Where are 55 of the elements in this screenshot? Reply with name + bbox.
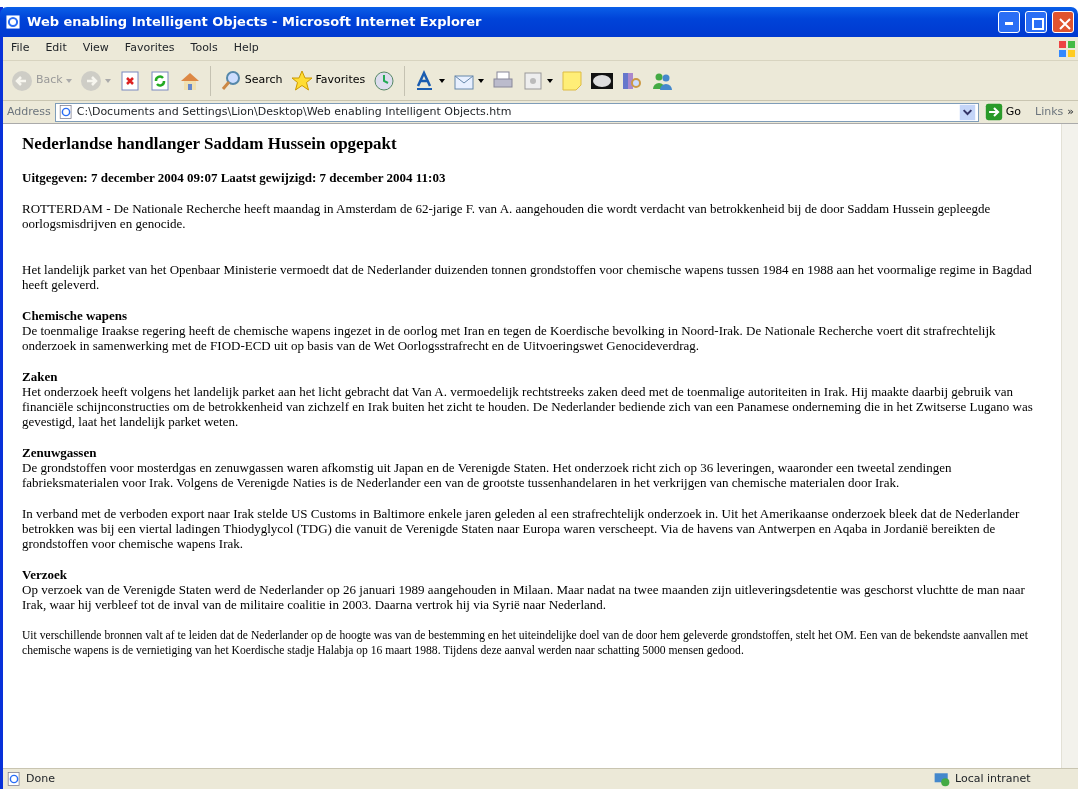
star-icon [290, 69, 313, 92]
paragraph: Het onderzoek heeft volgens het landelijk parket aan het licht gebracht dat Van A. vermoedelijk rechtstreeks zaken deed met de toenmalige autoriteiten in Irak. Hij maakte daarbij gebruik van financiële schijnconstructies om de betrokkenheid van zichzelf en Irak buiten het zicht te houden. De Nederlander bediende zich van een Panamese onderneming die in het Zwitserse Lugano was gevestigd, laat het landelijk parket weten. [22, 384, 1034, 430]
section-heading: Zenuwgassen [22, 445, 98, 461]
close-button[interactable] [1052, 11, 1074, 33]
chevron-icon[interactable]: » [1067, 103, 1074, 121]
intranet-icon [933, 770, 951, 788]
window-icon [522, 69, 545, 92]
zone-label: Local intranet [955, 770, 1032, 787]
go-arrow-icon [984, 103, 1003, 121]
menu-item[interactable]: Favorites [116, 40, 183, 57]
menu-item[interactable]: Tools [182, 40, 226, 57]
search-icon [219, 69, 242, 92]
go-button[interactable]: Go [982, 101, 1023, 123]
paragraph: ROTTERDAM - De Nationale Recherche heeft maandag in Amsterdam de 62-jarige F. van A. aangehouden die wordt verdacht van betrokkenheid bij de door Saddam Hussein gepleegde oorlogsmisdrijven en genocide. [22, 201, 992, 232]
menu-item[interactable]: View [74, 40, 117, 57]
menu-item[interactable]: Edit [37, 40, 75, 57]
minimize-icon [1005, 22, 1013, 25]
caret-icon [104, 78, 111, 83]
paragraph: De grondstoffen voor mosterdgas en zenuwgassen waren afkomstig uit Japan en de Verenigde Staten. Het onderzoek richt zich op 36 leveringen, waaronder een tweetal zendingen fabrieksmaterialen voor Irak. Volgens de Verenigde Naties is de Nederlander een van de grootste tussenhandelaren in het verkrijgen van chemische materialen door Irak. [22, 460, 953, 491]
caret-icon [439, 78, 446, 83]
caret-icon [65, 78, 72, 83]
sticky-note-icon [561, 69, 584, 92]
section-heading: Verzoek [22, 567, 68, 583]
paragraph: De toenmalige Iraakse regering heeft de chemische wapens ingezet in de oorlog met Iran en tegen de Koerdische bevolking in Noord-Irak. De Nationale Recherche voert dit strafrechtelijk onderzoek in samenwerking met de FIOD-ECD uit op basis van de Wet Oorlogsstrafrecht en de Uitvoeringswet Genocideverdrag. [22, 323, 997, 354]
stop-icon [118, 69, 141, 92]
address-label: Address [7, 103, 51, 120]
section-heading: Chemische wapens [22, 308, 129, 324]
menu-item[interactable]: Help [225, 40, 267, 57]
links-button[interactable]: Links [1027, 103, 1064, 121]
scrollbar[interactable] [1061, 124, 1078, 768]
history-icon [373, 69, 396, 92]
favorites-button[interactable]: Favorites [288, 67, 368, 94]
page-icon [6, 771, 22, 787]
paragraph: Uit verschillende bronnen valt af te leiden dat de Nederlander op de hoogte was van de bestemming en het uiteindelijke doel van de door hem geleverde grondstoffen, stelt het OM. Een van de bekendste aanvallen met chemische wapens is de vernietiging van het Koerdische stadje Halabja op 16 maart 1988. Tijdens deze aanval werden naar schatting 5000 mensen gedood. [22, 628, 1029, 659]
search-button[interactable]: Search [217, 67, 285, 94]
page-icon [57, 104, 74, 120]
paragraph: Het landelijk parket van het Openbaar Ministerie vermoedt dat de Nederlander duizenden tonnen grondstoffen voor chemische wapens tussen 1984 en 1988 aan het voormalige regime in Bagdad heeft geleverd. [22, 262, 1033, 293]
paragraph: In verband met de verboden export naar Irak stelde US Customs in Baltimore enkele jaren geleden al een strafrechtelijk onderzoek in. Uit het Amerikaanse onderzoek bleek dat de Nederlander betrokken was bij een viertal ladingen Thiodyglycol (TDG) die vanuit de Verenigde Staten naar Europa waren verscheept. Via de havens van Antwerpen en Aqaba in Jordanië bereikten de grondstoffen voor chemische wapens Irak. [22, 506, 1021, 552]
menu-item[interactable]: File [3, 40, 38, 57]
minimize-button[interactable] [998, 11, 1020, 33]
caret-icon [478, 78, 485, 83]
maximize-icon [1032, 17, 1044, 30]
browser-icon [4, 13, 22, 31]
section-heading: Zaken [22, 369, 59, 385]
address-field[interactable]: C:\Documents and Settings\Lion\Desktop\Web enabling Intelligent Objects.htm [54, 102, 979, 122]
article-date: Uitgegeven: 7 december 2004 09:07 Laatst gewijzigd: 7 december 2004 11:03 [22, 170, 447, 186]
maximize-button[interactable] [1025, 11, 1047, 33]
close-icon [1059, 17, 1071, 30]
paragraph: Op verzoek van de Verenigde Staten werd de Nederlander op 26 januari 1989 aangehouden in Milaan. Maar nadat na twee maanden zijn uitleveringsdetentie was geschorst vluchtte de man naar Irak, waar hij verbleef tot de inval van de militaire coalitie in 2003. Daarna vertrok hij via Syrië naar Nederland. [22, 582, 1026, 613]
address-text: C:\Documents and Settings\Lion\Desktop\Web enabling Intelligent Objects.htm [76, 103, 513, 120]
caret-icon [547, 78, 554, 83]
status-text: Done [26, 770, 56, 787]
window-title: Web enabling Intelligent Objects - Microsoft Internet Explorer [27, 13, 483, 32]
refresh-icon [148, 69, 171, 92]
article-headline: Nederlandse handlanger Saddam Hussein opgepakt [22, 134, 398, 155]
